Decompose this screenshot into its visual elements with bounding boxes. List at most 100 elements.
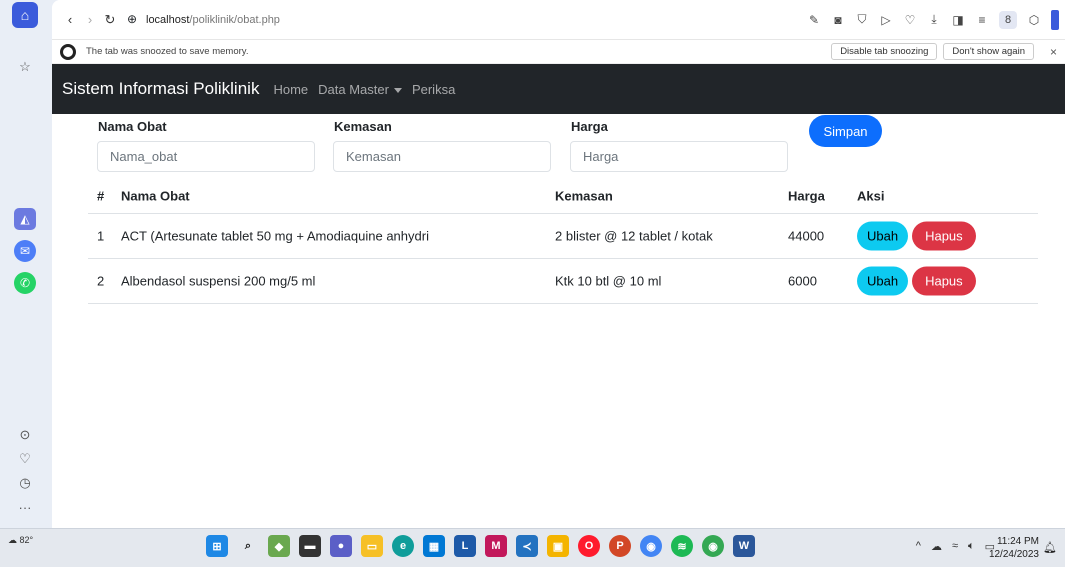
cell-nama-obat: Albendasol suspensi 200 mg/5 ml	[121, 273, 316, 289]
send-icon[interactable]: ▷	[879, 13, 893, 27]
history-clock-icon[interactable]: ◷	[14, 472, 36, 494]
close-icon[interactable]: ×	[1050, 45, 1057, 59]
chevron-up-icon[interactable]: ^	[916, 540, 921, 553]
download-icon[interactable]: ⤓	[927, 12, 941, 27]
more-dots-icon[interactable]: ···	[14, 496, 36, 518]
cell-aksi: Ubah Hapus	[857, 221, 976, 251]
url-host: localhost	[146, 13, 190, 26]
harga-input[interactable]: Harga	[570, 141, 788, 172]
browser-sidebar: ⌂ ☆ ◭ ✉ ✆ ⊙ ♡ ◷ ···	[0, 0, 52, 528]
forward-icon[interactable]: ›	[80, 12, 100, 27]
task-view-icon[interactable]: ▬	[299, 535, 321, 557]
url-field[interactable]: localhost/poliklinik/obat.php	[146, 14, 280, 26]
window-edge	[1051, 9, 1059, 30]
header-no: #	[97, 188, 105, 203]
app-l-icon[interactable]: L	[454, 535, 476, 557]
search-icon[interactable]: ⌕	[237, 535, 259, 557]
heart-icon[interactable]: ♡	[14, 448, 36, 470]
header-kemasan: Kemasan	[555, 188, 613, 203]
nav-link-periksa[interactable]: Periksa	[412, 82, 455, 97]
mcafee-icon[interactable]: M	[485, 535, 507, 557]
obat-form: Nama Obat Kemasan Harga Nama_obat Kemasa…	[52, 114, 1065, 178]
vscode-icon[interactable]: ≺	[516, 535, 538, 557]
ubah-button[interactable]: Ubah	[857, 221, 909, 251]
chrome-profile-icon[interactable]: ◉	[702, 535, 724, 557]
app-yellow-icon[interactable]: ▣	[547, 535, 569, 557]
cloud-sync-icon[interactable]: ☁	[931, 540, 942, 553]
cell-harga: 44000	[788, 228, 825, 244]
weather-temp: 82°	[19, 535, 34, 545]
extension-cube-icon[interactable]: ⬡	[1027, 13, 1041, 27]
spotify-icon[interactable]: ≋	[671, 535, 693, 557]
disable-snoozing-button[interactable]: Disable tab snoozing	[831, 43, 938, 60]
notification-bell-icon[interactable]: 🔔︎	[1043, 541, 1057, 554]
opera-browser-icon[interactable]: O	[578, 535, 600, 557]
split-screen-icon[interactable]: ◨	[951, 13, 965, 27]
widget-app-icon[interactable]: ◆	[268, 535, 290, 557]
site-navbar: Sistem Informasi Poliklinik Home Data Ma…	[52, 64, 1065, 114]
hapus-button[interactable]: Hapus	[912, 221, 976, 251]
clock-time: 11:24 PM	[996, 536, 1039, 547]
snooze-notification-bar: The tab was snoozed to save memory. Disa…	[52, 40, 1065, 64]
kemasan-input[interactable]: Kemasan	[333, 141, 551, 172]
table-row: 2 Albendasol suspensi 200 mg/5 ml Ktk 10…	[88, 259, 1038, 304]
site-info-icon[interactable]: ⊕	[124, 12, 140, 28]
cell-aksi: Ubah Hapus	[857, 266, 976, 296]
messenger-icon[interactable]: ✉	[14, 240, 36, 262]
header-aksi: Aksi	[857, 188, 885, 203]
cell-kemasan: 2 blister @ 12 tablet / kotak	[555, 228, 713, 244]
powerpoint-icon[interactable]: P	[609, 535, 631, 557]
clock[interactable]: 11:24 PM 12/24/2023	[989, 535, 1039, 561]
reload-icon[interactable]: ↻	[100, 12, 120, 28]
ubah-button[interactable]: Ubah	[857, 266, 909, 296]
heart-icon[interactable]: ♡	[903, 13, 917, 27]
web-page: Sistem Informasi Poliklinik Home Data Ma…	[52, 64, 1065, 528]
taskbar-apps: ⊞ ⌕ ◆ ▬ ● ▭ e ▦ L M ≺ ▣ O P ◉ ≋ ◉ W	[206, 535, 755, 557]
file-explorer-icon[interactable]: ▭	[361, 535, 383, 557]
cell-no: 1	[97, 228, 105, 244]
label-harga: Harga	[571, 119, 608, 134]
system-tray: ^ ☁ ≈ 🔈︎ ▭	[916, 540, 995, 553]
dont-show-again-button[interactable]: Don't show again	[943, 43, 1034, 60]
cell-kemasan: Ktk 10 btl @ 10 ml	[555, 273, 662, 289]
cell-no: 2	[97, 273, 105, 289]
caret-down-icon	[393, 87, 402, 93]
home-icon[interactable]: ⌂	[12, 2, 38, 28]
hapus-button[interactable]: Hapus	[912, 266, 976, 296]
opera-logo-icon	[60, 43, 76, 60]
header-harga: Harga	[788, 188, 825, 203]
wifi-icon[interactable]: ≈	[952, 540, 958, 553]
whatsapp-icon[interactable]: ✆	[14, 272, 36, 294]
browser-window: ‹ › ↻ ⊕ localhost/poliklinik/obat.php ✎ …	[52, 0, 1065, 528]
nama-obat-input[interactable]: Nama_obat	[97, 141, 315, 172]
cell-nama-obat: ACT (Artesunate tablet 50 mg + Amodiaqui…	[121, 228, 429, 244]
menu-icon[interactable]: ≡	[975, 13, 989, 27]
edge-browser-icon[interactable]: e	[392, 535, 414, 557]
player-icon[interactable]: ⊙	[14, 424, 36, 446]
camera-icon[interactable]: ◙	[831, 13, 845, 27]
table-header: # Nama Obat Kemasan Harga Aksi	[88, 178, 1038, 214]
chat-icon[interactable]: ●	[330, 535, 352, 557]
nav-link-home[interactable]: Home	[273, 82, 308, 97]
nav-link-data-master[interactable]: Data Master	[318, 82, 402, 97]
navbar-brand[interactable]: Sistem Informasi Poliklinik	[62, 79, 259, 99]
profile-icon[interactable]: 8	[999, 10, 1017, 29]
chrome-icon[interactable]: ◉	[640, 535, 662, 557]
clock-date: 12/24/2023	[988, 549, 1039, 560]
nav-link-data-master-label: Data Master	[318, 81, 389, 97]
simpan-button[interactable]: Simpan	[809, 115, 882, 147]
windows-start-icon[interactable]: ⊞	[206, 535, 228, 557]
volume-icon[interactable]: 🔈︎	[968, 540, 975, 553]
bookmark-star-icon[interactable]: ☆	[14, 56, 36, 78]
weather-widget[interactable]: ☁ 82°	[8, 535, 33, 546]
aria-app-icon[interactable]: ◭	[14, 208, 36, 230]
shield-icon[interactable]: ⛉	[855, 12, 869, 27]
word-icon[interactable]: W	[733, 535, 755, 557]
back-icon[interactable]: ‹	[60, 12, 80, 27]
edit-icon[interactable]: ✎	[807, 13, 821, 27]
windows-taskbar: ☁ 82° ⊞ ⌕ ◆ ▬ ● ▭ e ▦ L M ≺ ▣ O P ◉ ≋ ◉ …	[0, 528, 1065, 567]
toolbar-icons: ✎ ◙ ⛉ ▷ ♡ ⤓ ◨ ≡ 8 ⬡	[807, 9, 1059, 30]
snooze-message: The tab was snoozed to save memory.	[86, 46, 249, 57]
label-nama-obat: Nama Obat	[98, 119, 167, 134]
store-icon[interactable]: ▦	[423, 535, 445, 557]
